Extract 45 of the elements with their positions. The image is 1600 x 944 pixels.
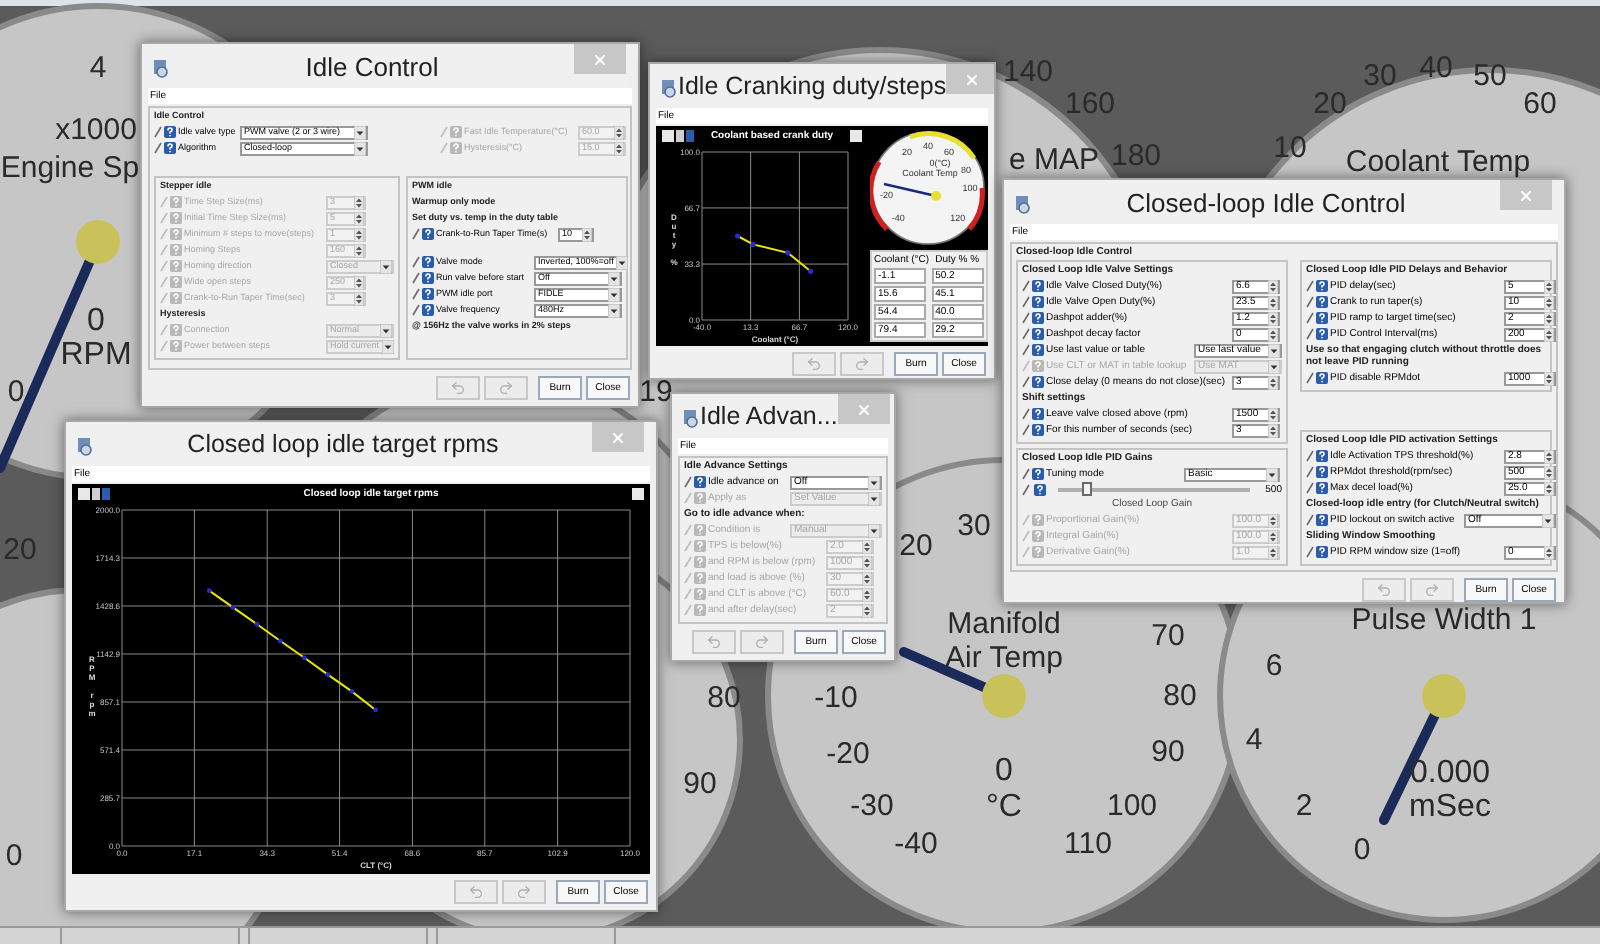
gauge-tick-label: 80: [707, 683, 741, 713]
gauge-tick-label: 30: [957, 511, 991, 541]
gauge-tick-label: 19: [639, 377, 673, 407]
gauge-title: Air Temp: [945, 643, 1063, 673]
gauge-title: Coolant Temp: [1345, 147, 1531, 177]
gauge-tick-label: 100: [1106, 791, 1158, 821]
gauge-tick-label: 4: [89, 53, 107, 83]
gauge-title: Engine Sp: [0, 153, 140, 183]
gauge-tick-label: -30: [850, 791, 894, 821]
gauge-tick-label: 60: [1523, 89, 1557, 119]
gauge-reading: 0: [87, 306, 105, 338]
gauge-tick-label: 0: [1353, 835, 1371, 865]
gauge-tick-label: 90: [1151, 737, 1185, 767]
gauge-tick-label: -10: [814, 683, 858, 713]
gauge-tick-label: 0: [5, 841, 23, 871]
gauge-unit: °C: [986, 792, 1022, 824]
gauge-tick-label: 0: [7, 377, 25, 407]
window-title: Idle Advan...: [700, 403, 838, 429]
gauge-tick-label: 10: [1273, 133, 1307, 163]
gauge-title: Pulse Width 1: [1351, 605, 1537, 635]
gauge-reading: 0.000: [1409, 758, 1491, 790]
gauge-title: Manifold: [947, 609, 1061, 639]
gauge-tick-label: 40: [1419, 53, 1453, 83]
gauge-tick-label: 90: [683, 769, 717, 799]
gauge-title: x1000: [55, 115, 137, 145]
window-title: Idle Control: [305, 53, 439, 79]
gauge-unit: mSec: [1409, 792, 1491, 824]
gauge-tick-label: 20: [899, 531, 933, 561]
window-title: Idle Cranking duty/steps: [678, 73, 947, 99]
gauge-tick-label: 50: [1473, 61, 1507, 91]
gauge-tick-label: 140: [1002, 57, 1054, 87]
gauge-tick-label: 20: [1313, 89, 1347, 119]
gauge-tick-label: 4: [1245, 725, 1263, 755]
window-title: Closed loop idle target rpms: [187, 431, 499, 457]
gauge-reading: 0: [995, 756, 1013, 788]
gauge-tick-label: 80: [1163, 681, 1197, 711]
gauge-tick-label: 2: [1295, 791, 1313, 821]
gauge-unit: RPM: [60, 340, 132, 372]
window-title: Closed-loop Idle Control: [1126, 189, 1406, 215]
gauge-tick-label: 70: [1151, 621, 1185, 651]
gauge-tick-label: -40: [894, 829, 938, 859]
gauge-tick-label: -20: [826, 739, 870, 769]
gauge-tick-label: 6: [1265, 651, 1283, 681]
gauge-tick-label: 110: [1064, 829, 1112, 859]
gauge-title: e MAP: [1009, 145, 1099, 175]
